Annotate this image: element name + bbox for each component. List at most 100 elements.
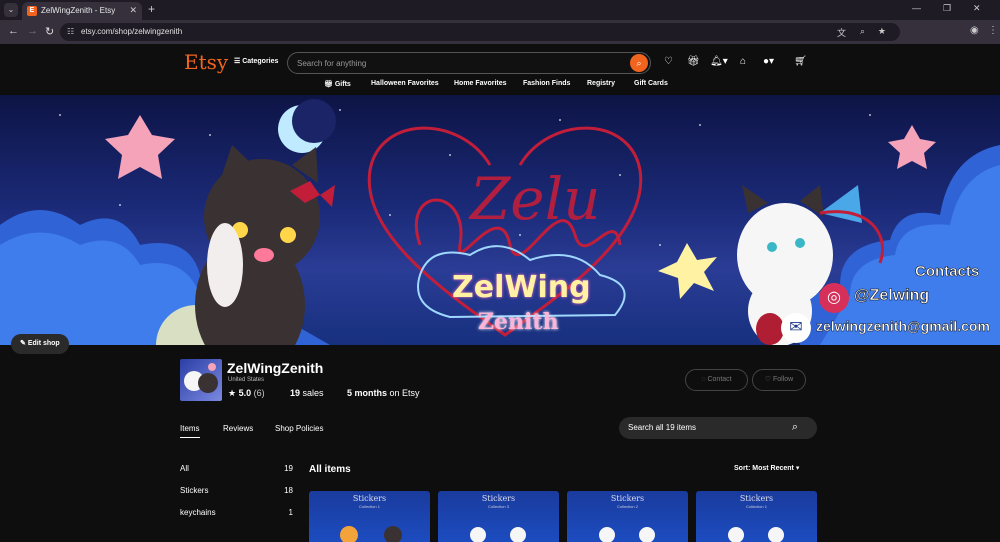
- shop-avatar[interactable]: [180, 359, 222, 401]
- follow-label: Follow: [773, 376, 794, 383]
- categories-button[interactable]: ☰ Categories: [234, 57, 278, 65]
- bookmark-star-icon[interactable]: ★: [878, 26, 886, 37]
- search-input[interactable]: Search for anything ⌕: [287, 52, 651, 74]
- card-art: [340, 526, 402, 542]
- gift-small-icon: 🎁︎: [324, 81, 335, 88]
- sort-dropdown[interactable]: Sort: Most Recent ▾: [734, 464, 799, 472]
- shop-name: ZelWingZenith: [227, 360, 324, 376]
- etsy-header: Etsy ☰ Categories Search for anything ⌕ …: [0, 44, 1000, 94]
- category-count: 19: [284, 464, 293, 473]
- category-label: All: [180, 464, 189, 473]
- contacts-title: Contacts: [915, 263, 980, 281]
- translate-icon[interactable]: 文: [837, 26, 846, 39]
- heart-outline-icon: ♡: [764, 376, 773, 383]
- sales-count: 19 sales: [290, 388, 324, 398]
- hamburger-icon: ☰: [234, 58, 243, 65]
- tab-items[interactable]: Items: [180, 424, 200, 433]
- subnav-gift-cards[interactable]: Gift Cards: [634, 80, 668, 87]
- moon-icon: [278, 99, 336, 153]
- avatar-cats-art: [184, 363, 218, 393]
- review-count: (6): [253, 388, 265, 398]
- tab-shop-policies[interactable]: Shop Policies: [275, 424, 323, 433]
- items-heading: All items: [309, 464, 351, 475]
- url-text[interactable]: etsy.com/shop/zelwingzenith: [81, 27, 182, 36]
- category-label: Stickers: [180, 486, 209, 495]
- time-on-etsy: 5 months on Etsy: [347, 388, 420, 398]
- edit-shop-label: Edit shop: [27, 340, 60, 347]
- pink-star-left: [105, 115, 175, 179]
- caret-down-icon: ▾: [795, 465, 800, 472]
- contact-button[interactable]: ◌ Contact: [685, 369, 748, 391]
- search-icon[interactable]: ⌕: [630, 54, 648, 72]
- sales-label: sales: [302, 388, 324, 398]
- tab-list-chevron-icon[interactable]: ⌄: [4, 3, 18, 17]
- etsy-logo[interactable]: Etsy: [184, 50, 228, 74]
- notifications-bell-icon[interactable]: 🔔︎▾: [710, 56, 728, 67]
- category-count: 1: [288, 508, 293, 517]
- shop-search-placeholder: Search all 19 items: [628, 423, 697, 432]
- instagram-icon: ◎: [819, 283, 849, 313]
- profile-icon[interactable]: ◉: [970, 25, 979, 36]
- subnav-halloween[interactable]: Halloween Favorites: [371, 80, 439, 87]
- zoom-icon[interactable]: ⌕: [860, 26, 865, 37]
- months-number: 5 months: [347, 388, 388, 398]
- listing-card[interactable]: Stickers Collection 1: [309, 491, 430, 542]
- shop-location: United States: [228, 377, 265, 383]
- sidebar-item-all[interactable]: All 19: [180, 464, 293, 473]
- search-placeholder: Search for anything: [297, 59, 367, 68]
- categories-label: Categories: [242, 58, 279, 65]
- email-icon: ✉: [781, 313, 811, 343]
- back-arrow-icon[interactable]: ←: [8, 25, 19, 37]
- instagram-handle: @Zelwing: [854, 287, 930, 305]
- active-tab-indicator: [180, 437, 200, 438]
- sales-number: 19: [290, 388, 301, 398]
- shop-search-input[interactable]: Search all 19 items ⌕: [619, 417, 817, 439]
- subnav-label: Gifts: [334, 81, 351, 88]
- browser-tab[interactable]: E ZelWingZenith - Etsy ✕: [22, 2, 142, 20]
- cart-icon[interactable]: 🛒︎: [794, 56, 807, 67]
- subnav-home[interactable]: Home Favorites: [454, 80, 507, 87]
- minimize-icon[interactable]: —: [912, 3, 921, 13]
- tab-reviews[interactable]: Reviews: [223, 424, 253, 433]
- favorites-heart-icon[interactable]: ♡: [664, 56, 673, 67]
- account-avatar-icon[interactable]: ●▾: [763, 56, 774, 67]
- email-address: zelwingzenith@gmail.com: [816, 318, 990, 334]
- yellow-sun: [658, 243, 717, 299]
- contact-label: Contact: [707, 376, 732, 383]
- gift-icon[interactable]: 🎁︎: [687, 56, 700, 67]
- window-close-icon[interactable]: ✕: [973, 3, 981, 14]
- forward-arrow-icon[interactable]: →: [27, 25, 38, 37]
- months-label: on Etsy: [389, 388, 420, 398]
- subnav-fashion[interactable]: Fashion Finds: [523, 80, 570, 87]
- card-art: [728, 527, 784, 542]
- menu-kebab-icon[interactable]: ⋮: [988, 25, 998, 36]
- address-bar[interactable]: ☷ etsy.com/shop/zelwingzenith 文 ⌕ ★: [60, 23, 900, 41]
- subnav-registry[interactable]: Registry: [587, 80, 615, 87]
- shop-search-icon[interactable]: ⌕: [792, 421, 798, 434]
- card-art: [599, 527, 655, 542]
- pink-star-right: [888, 125, 936, 169]
- restore-icon[interactable]: ❐: [943, 3, 951, 14]
- site-info-icon[interactable]: ☷: [67, 27, 74, 36]
- subnav-gifts[interactable]: 🎁︎ Gifts: [324, 80, 351, 88]
- listing-card[interactable]: Stickers Collection 3: [438, 491, 559, 542]
- reload-icon[interactable]: ↻: [45, 25, 54, 38]
- pencil-icon: ✎: [20, 340, 28, 347]
- category-count: 18: [284, 486, 293, 495]
- star-icon: ★: [228, 388, 237, 398]
- sidebar-item-keychains[interactable]: keychains 1: [180, 508, 293, 517]
- listing-card[interactable]: Stickers Collection 2: [567, 491, 688, 542]
- shop-manager-icon[interactable]: ⌂: [740, 56, 746, 67]
- sun-icon: [690, 335, 718, 345]
- shop-banner: Zelu ZelWing Zenith Contacts ◎ @Zelwing …: [0, 95, 1000, 345]
- rating-value: 5.0: [238, 388, 252, 398]
- follow-button[interactable]: ♡ Follow: [752, 369, 806, 391]
- sort-label: Sort: Most Recent: [734, 465, 794, 472]
- banner-brand-line1: ZelWing: [452, 270, 591, 305]
- shop-rating[interactable]: ★ 5.0 (6): [228, 388, 265, 399]
- edit-shop-button[interactable]: ✎ Edit shop: [11, 334, 69, 354]
- tab-close-icon[interactable]: ✕: [129, 5, 137, 16]
- new-tab-plus-icon[interactable]: +: [148, 2, 155, 16]
- listing-card[interactable]: Stickers Collection 1: [696, 491, 817, 542]
- sidebar-item-stickers[interactable]: Stickers 18: [180, 486, 293, 495]
